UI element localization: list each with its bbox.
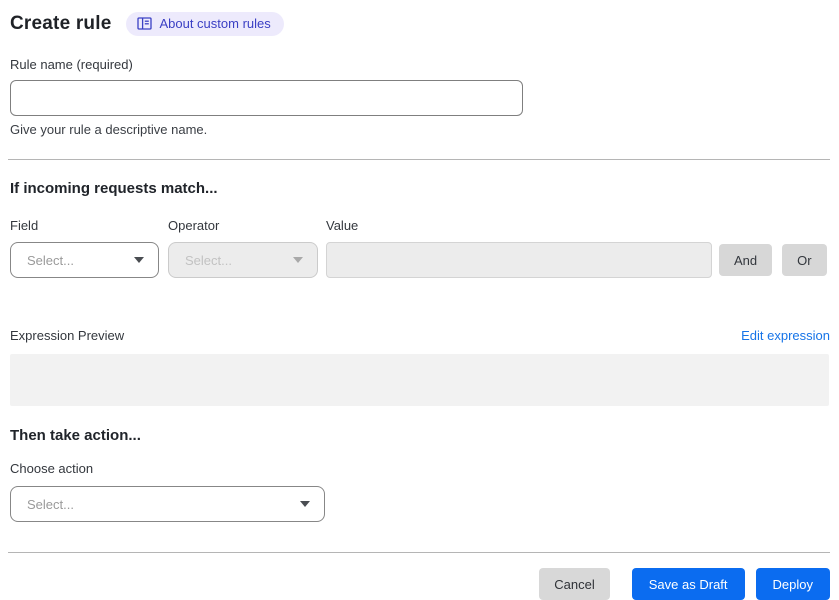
or-button[interactable]: Or <box>782 244 827 276</box>
create-rule-page: Create rule About custom rules Rule name… <box>0 0 839 600</box>
operator-label: Operator <box>168 218 220 233</box>
book-icon <box>137 17 153 30</box>
save-as-draft-button[interactable]: Save as Draft <box>631 568 745 600</box>
operator-select-value: Select... <box>185 252 232 268</box>
footer-actions: Cancel Save as Draft Deploy <box>10 568 830 600</box>
expression-header: Expression Preview Edit expression <box>10 328 830 343</box>
expression-preview-box <box>10 354 829 406</box>
header: Create rule About custom rules <box>10 10 830 36</box>
rule-name-input[interactable] <box>10 80 523 116</box>
field-label: Field <box>10 218 39 233</box>
chevron-down-icon <box>293 257 303 263</box>
value-input <box>326 242 712 278</box>
cancel-button[interactable]: Cancel <box>539 568 610 600</box>
rule-name-label: Rule name (required) <box>10 57 133 72</box>
action-heading: Then take action... <box>10 427 141 444</box>
field-column: Field Select... <box>10 218 159 278</box>
action-select[interactable]: Select... <box>10 486 325 522</box>
operator-column: Operator Select... <box>168 218 318 278</box>
match-heading: If incoming requests match... <box>10 180 218 197</box>
match-controls-row: Field Select... Operator Select... Value… <box>10 218 830 278</box>
divider-bottom <box>8 552 830 553</box>
action-select-value: Select... <box>27 496 74 512</box>
chevron-down-icon <box>300 501 310 507</box>
edit-expression-link[interactable]: Edit expression <box>741 328 830 343</box>
choose-action-label: Choose action <box>10 461 94 476</box>
about-custom-rules-badge[interactable]: About custom rules <box>126 12 284 36</box>
value-label: Value <box>326 218 359 233</box>
expression-preview-label: Expression Preview <box>10 328 125 343</box>
operator-select: Select... <box>168 242 318 278</box>
badge-label: About custom rules <box>159 16 271 31</box>
deploy-button[interactable]: Deploy <box>755 568 830 600</box>
field-select[interactable]: Select... <box>10 242 159 278</box>
page-title: Create rule <box>10 13 112 34</box>
divider-top <box>8 159 830 160</box>
rule-name-helper: Give your rule a descriptive name. <box>10 122 208 137</box>
chevron-down-icon <box>134 257 144 263</box>
field-select-value: Select... <box>27 252 74 268</box>
and-button[interactable]: And <box>719 244 773 276</box>
value-column: Value <box>326 218 712 278</box>
